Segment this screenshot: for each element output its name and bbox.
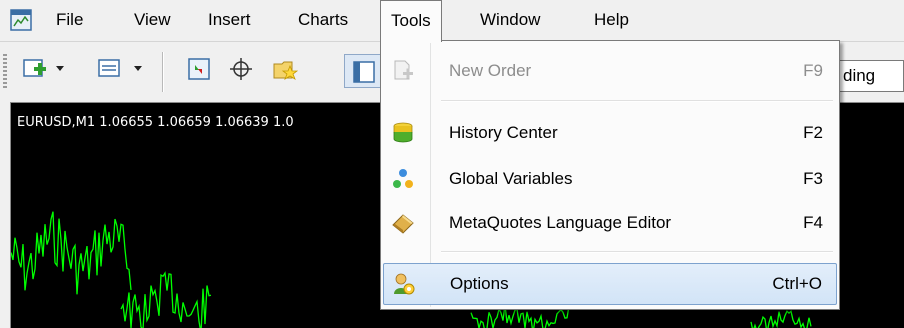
autotrading-label: ding [843,66,876,85]
toolbar-separator [162,52,164,92]
menu-item-shortcut: F9 [803,61,823,80]
history-center-icon [393,122,413,143]
tools-menu: New Order F9 History Center F2 Global Va… [380,40,840,310]
price-line [750,309,812,328]
menu-window[interactable]: Window [470,0,550,40]
menu-bar: File View Insert Charts Tools Window Hel… [0,0,904,42]
toolbar-grip[interactable] [3,54,7,90]
chart-header: EURUSD,M1 1.06655 1.06659 1.06639 1.0 [17,115,294,130]
menu-charts[interactable]: Charts [288,0,358,40]
menu-item-metaeditor[interactable]: MetaQuotes Language Editor F4 [383,203,837,243]
terminal-icon [353,61,375,83]
menu-item-label: MetaQuotes Language Editor [449,213,672,232]
menu-item-label: Options [450,274,509,293]
crosshair-icon[interactable] [228,56,254,82]
menu-item-label: History Center [449,123,558,142]
profiles-icon[interactable] [96,56,122,82]
menu-item-label: New Order [449,61,532,80]
price-line [11,211,132,295]
menu-file[interactable]: File [46,0,93,40]
menu-item-shortcut: Ctrl+O [772,274,822,293]
menu-item-new-order[interactable]: New Order F9 [383,51,837,91]
global-variables-icon [393,169,413,188]
menu-separator [441,251,833,253]
profiles-dropdown-arrow[interactable] [134,66,142,71]
new-chart-dropdown-arrow[interactable] [56,66,64,71]
menu-item-shortcut: F2 [803,123,823,142]
menu-item-options[interactable]: Options Ctrl+O [383,263,837,305]
menu-item-history-center[interactable]: History Center F2 [383,113,837,153]
market-watch-icon[interactable] [186,56,212,82]
menu-tools[interactable]: Tools [380,0,442,42]
menu-help[interactable]: Help [584,0,639,40]
menu-insert[interactable]: Insert [198,0,261,40]
menu-item-shortcut: F3 [803,169,823,188]
menu-item-shortcut: F4 [803,213,823,232]
menu-separator [441,100,833,102]
new-chart-icon[interactable] [22,56,48,82]
options-icon [394,273,415,295]
menu-view[interactable]: View [124,0,181,40]
metaeditor-icon [392,214,414,234]
price-line [120,271,212,328]
navigator-icon[interactable] [272,56,298,82]
menu-item-label: Global Variables [449,169,573,188]
app-icon[interactable] [10,9,32,31]
terminal-button[interactable] [344,54,384,88]
new-order-icon [394,60,413,80]
menu-item-global-variables[interactable]: Global Variables F3 [383,159,837,199]
